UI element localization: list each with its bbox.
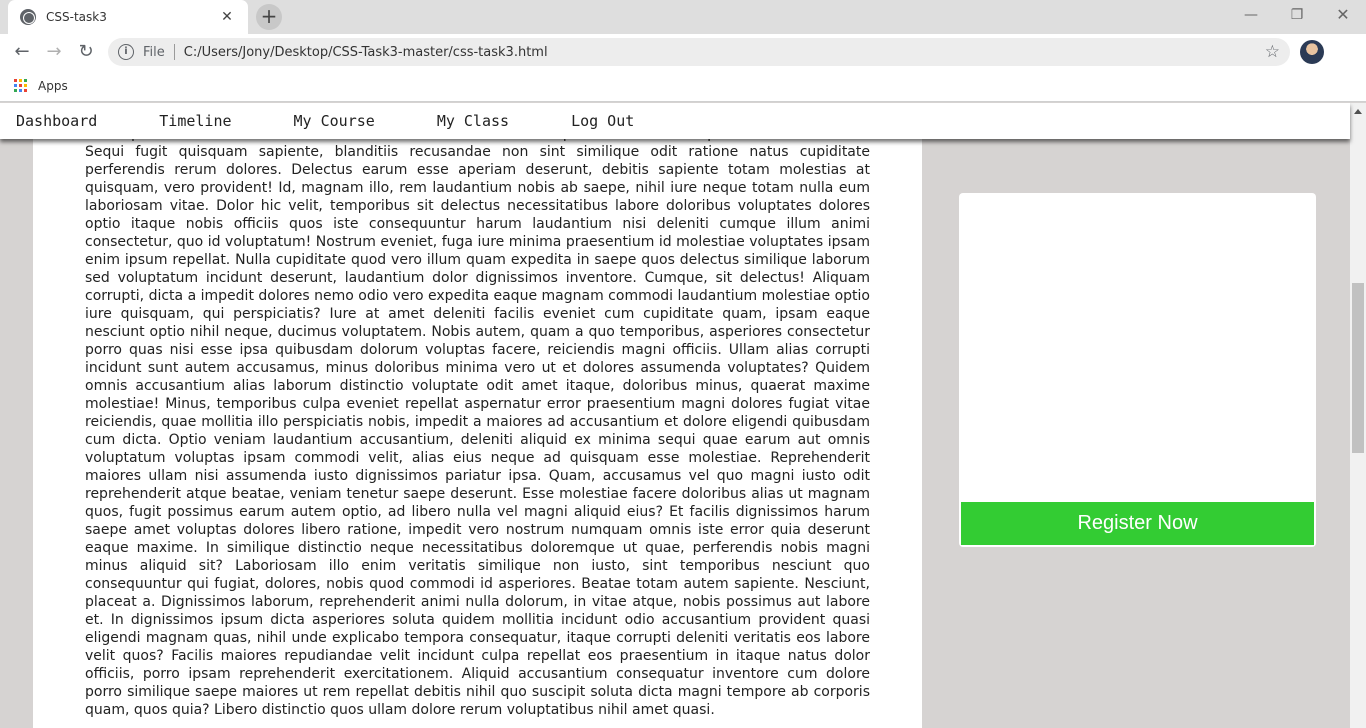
nav-my-class[interactable]: My Class [437,112,509,130]
info-icon[interactable]: i [118,44,134,60]
scheme-label: File [143,44,165,60]
maximize-button[interactable]: ❐ [1274,0,1320,30]
avatar[interactable] [1300,40,1324,64]
apps-label[interactable]: Apps [38,79,68,93]
scrollbar[interactable] [1350,103,1366,728]
browser-toolbar: ← → ↻ i File C:/Users/Jony/Desktop/CSS-T… [0,34,1366,95]
reload-icon[interactable]: ↻ [72,38,100,66]
tab-strip: CSS-task3 ✕ + — ❐ ✕ [0,0,1366,34]
star-icon[interactable]: ☆ [1265,42,1280,62]
nav-log-out[interactable]: Log Out [571,112,634,130]
bookmarks-bar: Apps [0,70,1366,102]
register-now-button[interactable]: Register Now [961,502,1314,545]
nav-timeline[interactable]: Timeline [159,112,231,130]
globe-icon [20,9,36,25]
sidebar-card: Register Now [959,193,1316,547]
apps-grid-dot [19,78,22,82]
arrow-right-icon[interactable]: → [40,38,68,66]
apps-grid-dot [19,89,22,93]
top-nav: Dashboard Timeline My Course My Class Lo… [0,103,1350,139]
apps-grid-dot [24,83,27,87]
article-body: consequuntur cos omnis alias rerum verit… [85,126,870,718]
arrow-left-icon[interactable]: ← [8,38,36,66]
scrollbar-thumb[interactable] [1352,283,1364,453]
close-tab-icon[interactable]: ✕ [218,9,236,25]
apps-grid-dot [24,89,27,93]
page-viewport: consequuntur cos omnis alias rerum verit… [0,103,1366,728]
separator [173,44,175,60]
new-tab-button[interactable]: + [256,4,282,30]
tab-title: CSS-task3 [46,10,107,24]
nav-dashboard[interactable]: Dashboard [16,112,97,130]
browser-tab[interactable]: CSS-task3 ✕ [8,0,248,34]
apps-grid-dot [24,78,27,82]
article-panel: consequuntur cos omnis alias rerum verit… [33,103,922,728]
scroll-up-arrow-icon[interactable] [1354,109,1362,114]
url-text[interactable]: C:/Users/Jony/Desktop/CSS-Task3-master/c… [184,45,1265,60]
close-window-button[interactable]: ✕ [1320,0,1366,30]
nav-my-course[interactable]: My Course [294,112,375,130]
apps-grid-dot [19,83,22,87]
apps-grid-dot [14,89,17,93]
address-bar[interactable]: i File C:/Users/Jony/Desktop/CSS-Task3-m… [108,38,1290,66]
minimize-button[interactable]: — [1228,0,1274,30]
apps-grid-dot [14,83,17,87]
apps-grid-dot [14,78,17,82]
apps-grid-icon[interactable] [14,78,28,93]
